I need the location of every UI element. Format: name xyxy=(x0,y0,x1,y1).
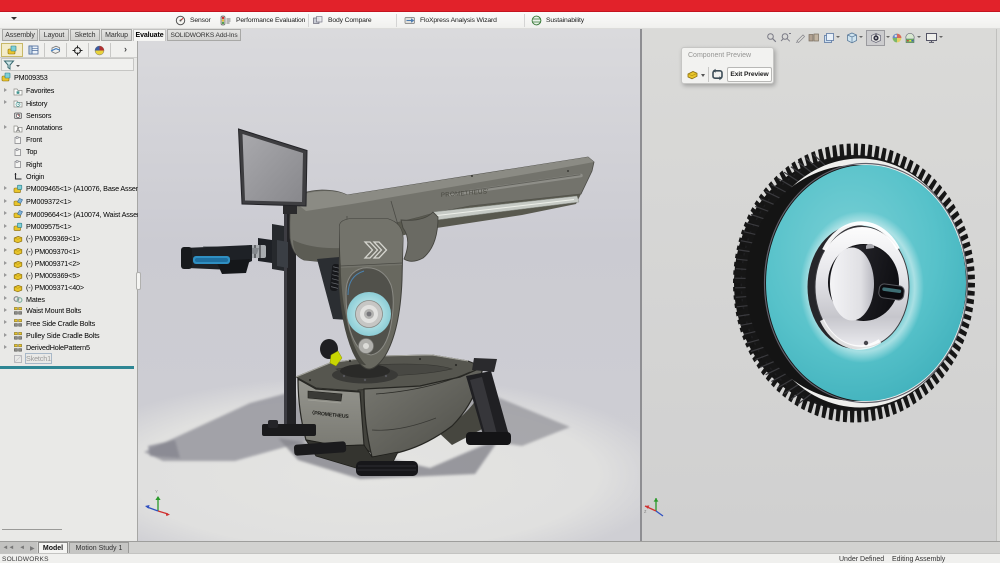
svg-text:Y: Y xyxy=(155,489,158,494)
svg-text:A: A xyxy=(16,127,20,133)
